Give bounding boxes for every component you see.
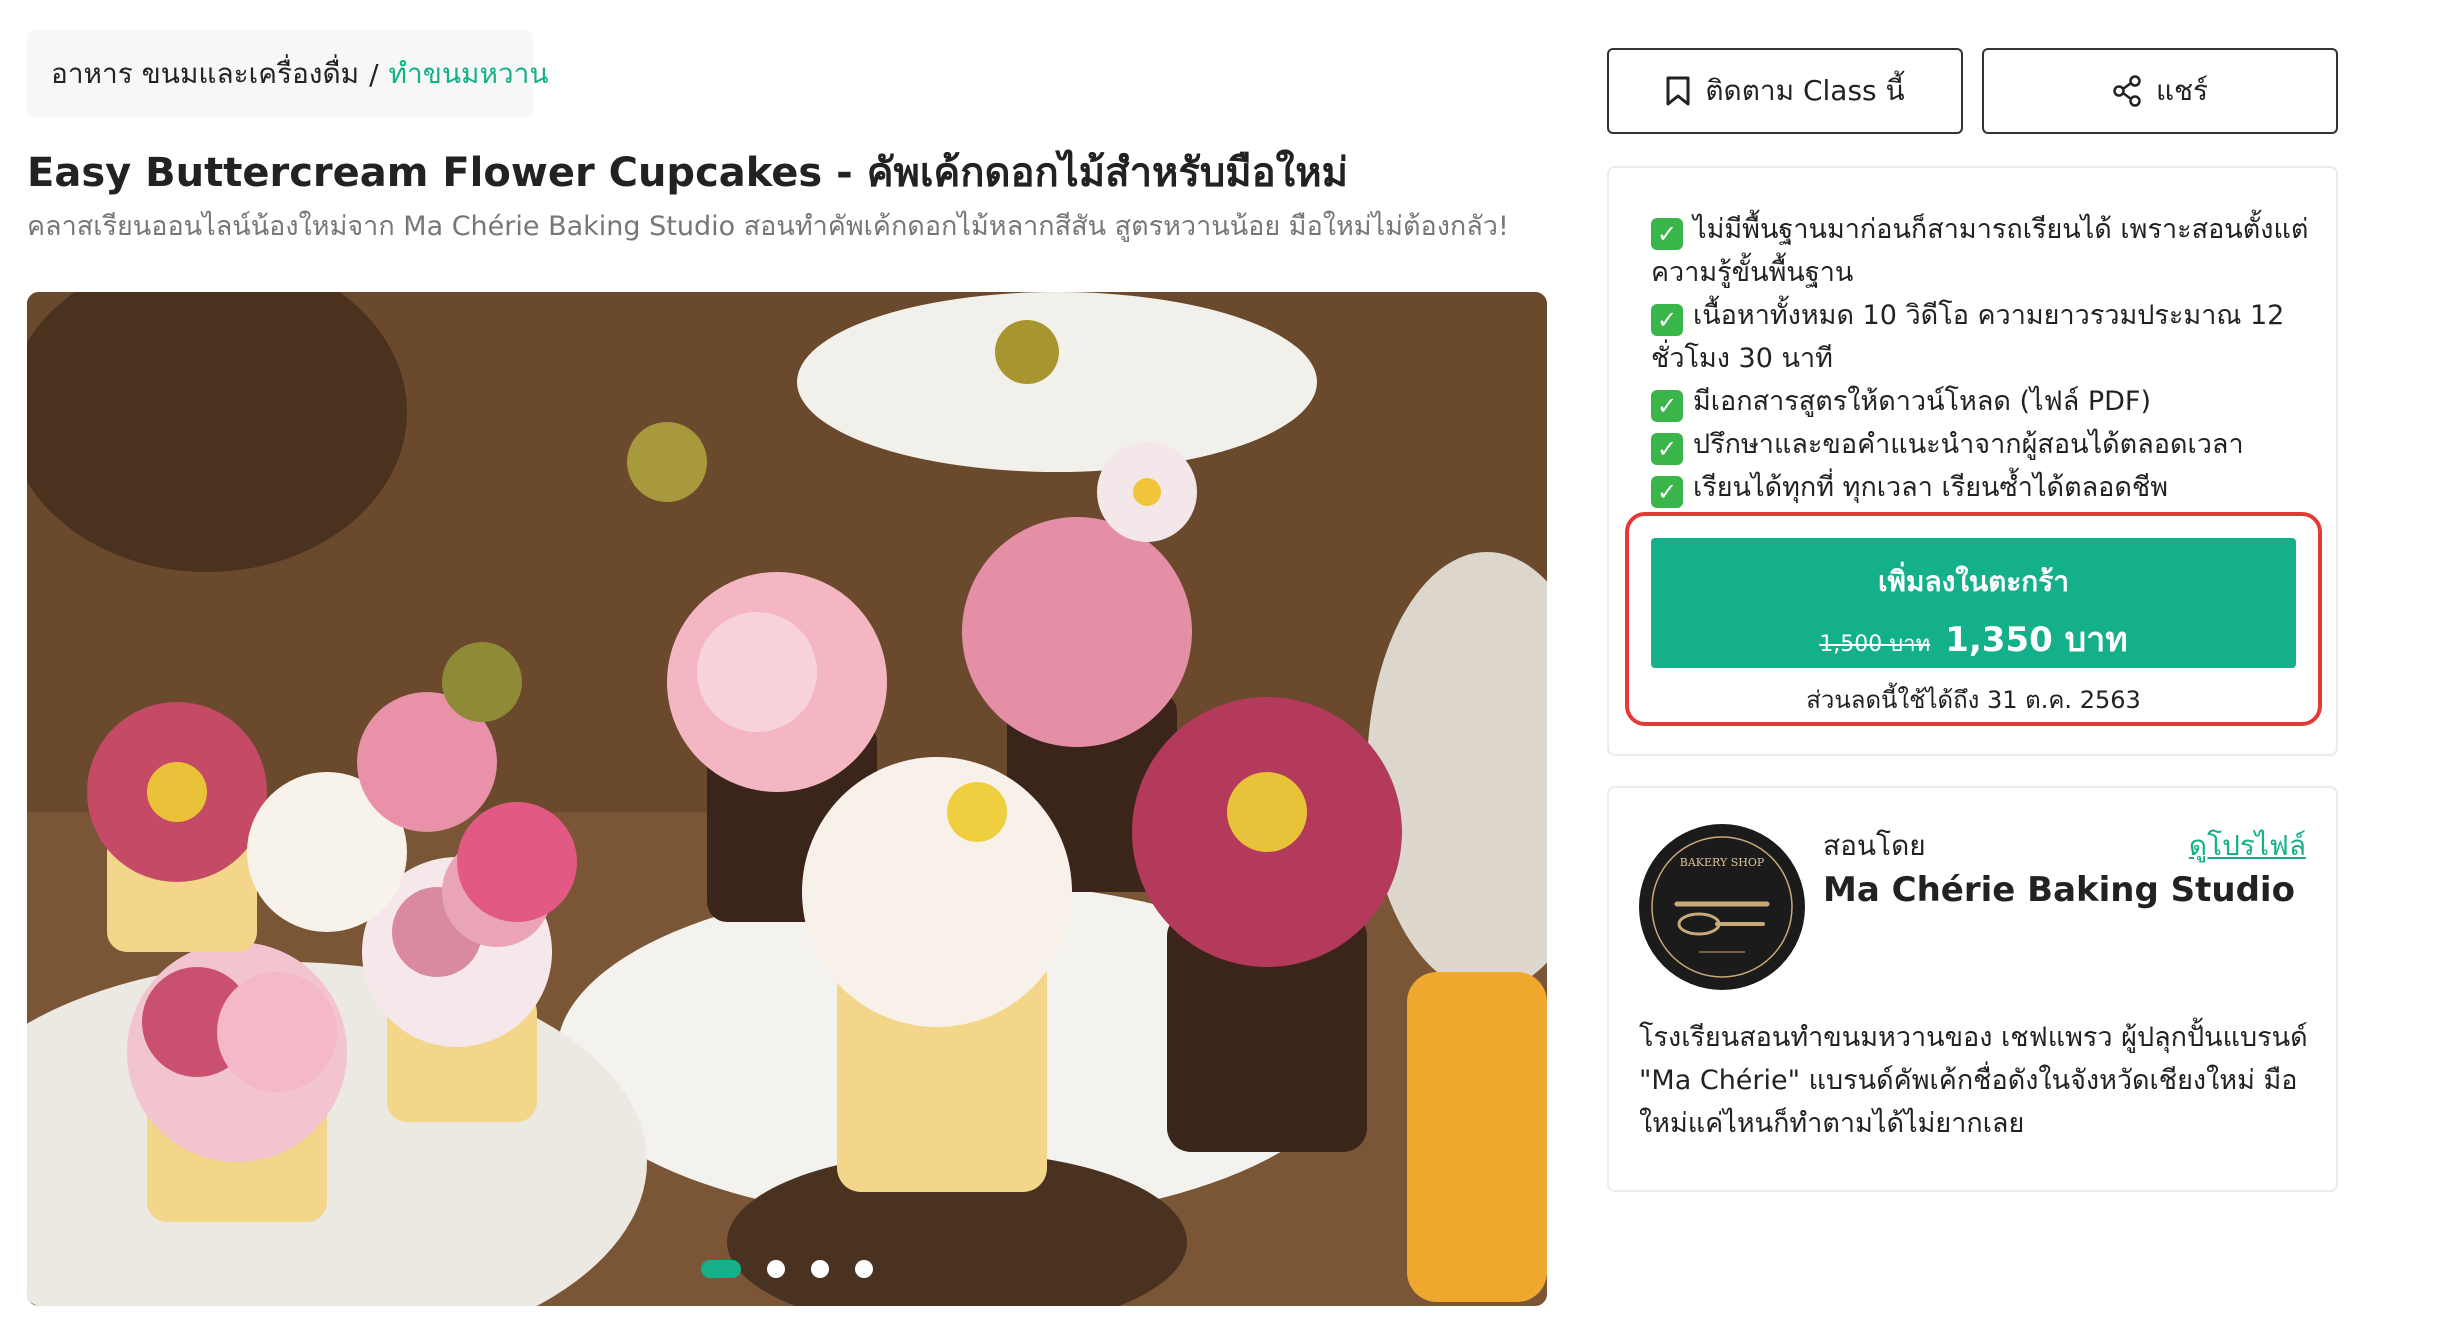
page-title: Easy Buttercream Flower Cupcakes - คัพเค… xyxy=(27,150,1348,196)
carousel-dot-1[interactable] xyxy=(701,1260,741,1278)
carousel-dot-2[interactable] xyxy=(767,1260,785,1278)
sale-price: 1,350 บาท xyxy=(1945,620,2128,660)
check-box-icon: ✓ xyxy=(1651,433,1683,465)
carousel-pagination xyxy=(27,1260,1547,1278)
teacher-description: โรงเรียนสอนทำขนมหวานของ เชฟแพรว ผู้ปลุกป… xyxy=(1639,1022,2308,1139)
feature-item: ✓ ปรึกษาและขอคำแนะนำจากผู้สอนได้ตลอดเวลา xyxy=(1651,423,2311,466)
carousel-dot-3[interactable] xyxy=(811,1260,829,1278)
teacher-name[interactable]: Ma Chérie Baking Studio xyxy=(1823,870,2295,910)
follow-class-label: ติดตาม Class นี้ xyxy=(1705,74,1905,107)
bookmark-icon xyxy=(1665,75,1691,107)
share-label: แชร์ xyxy=(2155,74,2209,107)
teacher-card: BAKERY SHOP สอนโดย ดูโปรไฟล์ Ma Chérie B… xyxy=(1607,786,2338,1192)
page-subtitle: คลาสเรียนออนไลน์น้องใหม่จาก Ma Chérie Ba… xyxy=(27,211,1509,242)
discount-note: ส่วนลดนี้ใช้ได้ถึง 31 ต.ค. 2563 xyxy=(1806,686,2141,714)
share-button[interactable]: แชร์ xyxy=(1982,48,2338,134)
purchase-card: ✓ ไม่มีพื้นฐานมาก่อนก็สามารถเรียนได้ เพรา… xyxy=(1607,166,2338,756)
share-icon xyxy=(2112,75,2142,107)
bakery-logo: BAKERY SHOP xyxy=(1651,836,1793,978)
view-profile-link[interactable]: ดูโปรไฟล์ xyxy=(2189,824,2306,868)
price: 1,500 บาท 1,350 บาท xyxy=(1651,612,2296,666)
check-box-icon: ✓ xyxy=(1651,476,1683,508)
cupcakes-photo xyxy=(27,292,1547,1306)
course-image-carousel[interactable] xyxy=(27,292,1547,1306)
check-box-icon: ✓ xyxy=(1651,304,1683,336)
teacher-avatar[interactable]: BAKERY SHOP xyxy=(1639,824,1805,990)
feature-item: ✓ เนื้อหาทั้งหมด 10 วิดีโอ ความยาวรวมประม… xyxy=(1651,300,2285,374)
carousel-dot-4[interactable] xyxy=(855,1260,873,1278)
check-box-icon: ✓ xyxy=(1651,218,1683,250)
add-to-cart-label: เพิ่มลงในตะกร้า xyxy=(1877,565,2070,598)
check-box-icon: ✓ xyxy=(1651,390,1683,422)
feature-item: ✓ ไม่มีพื้นฐานมาก่อนก็สามารถเรียนได้ เพรา… xyxy=(1651,214,2309,288)
follow-class-button[interactable]: ติดตาม Class นี้ xyxy=(1607,48,1963,134)
feature-list: ✓ ไม่มีพื้นฐานมาก่อนก็สามารถเรียนได้ เพรา… xyxy=(1651,208,2311,509)
feature-item: ✓ มีเอกสารสูตรให้ดาวน์โหลด (ไฟล์ PDF) xyxy=(1651,380,2311,423)
breadcrumb-separator: / xyxy=(369,57,379,91)
breadcrumb-category[interactable]: อาหาร ขนมและเครื่องดื่ม xyxy=(51,52,359,96)
feature-item: ✓ เรียนได้ทุกที่ ทุกเวลา เรียนซ้ำได้ตลอดช… xyxy=(1651,466,2311,509)
taught-by-label: สอนโดย xyxy=(1823,829,1926,862)
add-to-cart-button[interactable]: เพิ่มลงในตะกร้า 1,500 บาท 1,350 บาท xyxy=(1651,538,2296,668)
original-price: 1,500 บาท xyxy=(1819,632,1931,657)
breadcrumb-current[interactable]: ทำขนมหวาน xyxy=(389,52,549,96)
svg-text:BAKERY SHOP: BAKERY SHOP xyxy=(1680,856,1765,869)
breadcrumb: อาหาร ขนมและเครื่องดื่ม / ทำขนมหวาน xyxy=(27,30,549,118)
